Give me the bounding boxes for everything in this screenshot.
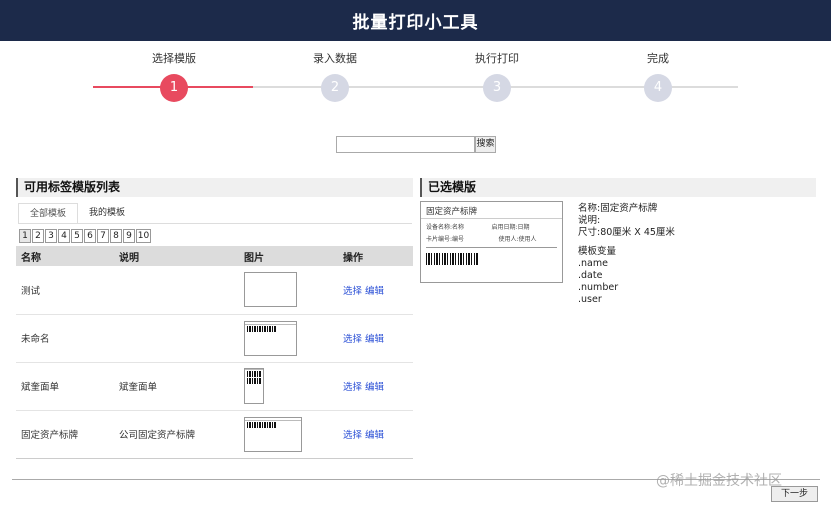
column-header-ops: 操作 bbox=[338, 246, 413, 266]
step-label: 选择模版 bbox=[152, 52, 196, 65]
preview-divider bbox=[426, 247, 557, 248]
tab-all-templates[interactable]: 全部模板 bbox=[18, 203, 79, 224]
watermark: @稀土掘金技术社区 bbox=[656, 473, 782, 489]
step-label: 完成 bbox=[647, 52, 669, 65]
template-thumbnail bbox=[244, 416, 302, 452]
tabs-divider bbox=[18, 223, 412, 224]
row-name: 测试 bbox=[16, 266, 114, 315]
app-header: 批量打印小工具 bbox=[0, 0, 831, 41]
template-thumbnail bbox=[244, 368, 264, 404]
barcode-graphic bbox=[247, 325, 277, 332]
template-table: 名称 说明 图片 操作 测试 选择 编辑 未命名 选择 编辑 斌奎面单 斌奎面单… bbox=[16, 246, 413, 459]
page-6[interactable]: 6 bbox=[84, 229, 96, 243]
column-header-name: 名称 bbox=[16, 246, 114, 266]
table-header-row: 名称 说明 图片 操作 bbox=[16, 246, 413, 266]
select-link[interactable]: 选择 bbox=[343, 382, 362, 393]
row-desc: 斌奎面单 bbox=[114, 362, 239, 411]
select-link[interactable]: 选择 bbox=[343, 286, 362, 297]
barcode-graphic bbox=[247, 371, 261, 377]
edit-link[interactable]: 编辑 bbox=[365, 430, 384, 441]
column-header-desc: 说明 bbox=[114, 246, 239, 266]
row-desc bbox=[114, 266, 239, 315]
page-1[interactable]: 1 bbox=[19, 229, 31, 243]
info-var: .user bbox=[578, 294, 602, 305]
template-info: 名称:固定资产标牌 说明: 尺寸:80厘米 X 45厘米 模板变量 .name … bbox=[578, 203, 675, 306]
step-circle: 4 bbox=[644, 74, 672, 102]
step-4: 完成 4 bbox=[603, 52, 713, 102]
selected-template-heading: 已选模版 bbox=[420, 178, 816, 197]
info-name: 名称:固定资产标牌 bbox=[578, 203, 658, 214]
page-2[interactable]: 2 bbox=[32, 229, 44, 243]
preview-field-number: 卡片编号:编号 bbox=[426, 236, 465, 243]
step-2: 录入数据 2 bbox=[280, 52, 390, 102]
step-circle: 3 bbox=[483, 74, 511, 102]
page-3[interactable]: 3 bbox=[45, 229, 57, 243]
row-name: 固定资产标牌 bbox=[16, 410, 114, 459]
edit-link[interactable]: 编辑 bbox=[365, 286, 384, 297]
column-header-image: 图片 bbox=[239, 246, 338, 266]
edit-link[interactable]: 编辑 bbox=[365, 334, 384, 345]
info-var: .date bbox=[578, 270, 603, 281]
step-1: 选择模版 1 bbox=[119, 52, 229, 102]
row-desc bbox=[114, 314, 239, 363]
page-9[interactable]: 9 bbox=[123, 229, 135, 243]
template-thumbnail bbox=[244, 272, 297, 308]
search-button[interactable]: 搜索 bbox=[475, 136, 496, 153]
template-list-heading: 可用标签模版列表 bbox=[16, 178, 413, 197]
preview-field-user: 使用人:使用人 bbox=[498, 236, 537, 243]
template-thumbnail bbox=[244, 320, 297, 356]
info-var: .number bbox=[578, 282, 619, 293]
row-desc: 公司固定资产标牌 bbox=[114, 410, 239, 459]
info-size: 尺寸:80厘米 X 45厘米 bbox=[578, 227, 675, 238]
template-tabs: 全部模板 我的模板 bbox=[18, 203, 136, 224]
info-var: .name bbox=[578, 258, 608, 269]
preview-field-date: 启用日期:日期 bbox=[491, 224, 530, 231]
page-4[interactable]: 4 bbox=[58, 229, 70, 243]
page-7[interactable]: 7 bbox=[97, 229, 109, 243]
barcode-graphic bbox=[426, 253, 479, 265]
page-8[interactable]: 8 bbox=[110, 229, 122, 243]
edit-link[interactable]: 编辑 bbox=[365, 382, 384, 393]
table-row: 斌奎面单 斌奎面单 选择 编辑 bbox=[16, 362, 413, 411]
info-vars-title: 模板变量 bbox=[578, 246, 617, 257]
row-name: 未命名 bbox=[16, 314, 114, 363]
table-row: 未命名 选择 编辑 bbox=[16, 314, 413, 363]
step-3: 执行打印 3 bbox=[442, 52, 552, 102]
table-row: 固定资产标牌 公司固定资产标牌 选择 编辑 bbox=[16, 410, 413, 459]
app-title: 批量打印小工具 bbox=[352, 13, 479, 33]
step-label: 录入数据 bbox=[313, 52, 357, 65]
step-circle: 1 bbox=[160, 74, 188, 102]
page-5[interactable]: 5 bbox=[71, 229, 83, 243]
search-input[interactable] bbox=[336, 136, 475, 153]
page-10[interactable]: 10 bbox=[136, 229, 151, 243]
step-circle: 2 bbox=[321, 74, 349, 102]
row-name: 斌奎面单 bbox=[16, 362, 114, 411]
step-label: 执行打印 bbox=[475, 52, 519, 65]
select-link[interactable]: 选择 bbox=[343, 430, 362, 441]
info-desc: 说明: bbox=[578, 215, 601, 226]
table-row: 测试 选择 编辑 bbox=[16, 266, 413, 315]
select-link[interactable]: 选择 bbox=[343, 334, 362, 345]
selected-template-preview: 固定资产标牌 设备名称:名称 启用日期:日期 卡片编号:编号 使用人:使用人 bbox=[420, 201, 563, 283]
barcode-graphic bbox=[247, 421, 277, 428]
preview-title: 固定资产标牌 bbox=[421, 202, 562, 219]
pagination: 1 2 3 4 5 6 7 8 9 10 bbox=[19, 229, 152, 243]
tab-my-templates[interactable]: 我的模板 bbox=[78, 203, 136, 224]
preview-field-name: 设备名称:名称 bbox=[426, 224, 465, 231]
barcode-graphic bbox=[247, 378, 261, 384]
